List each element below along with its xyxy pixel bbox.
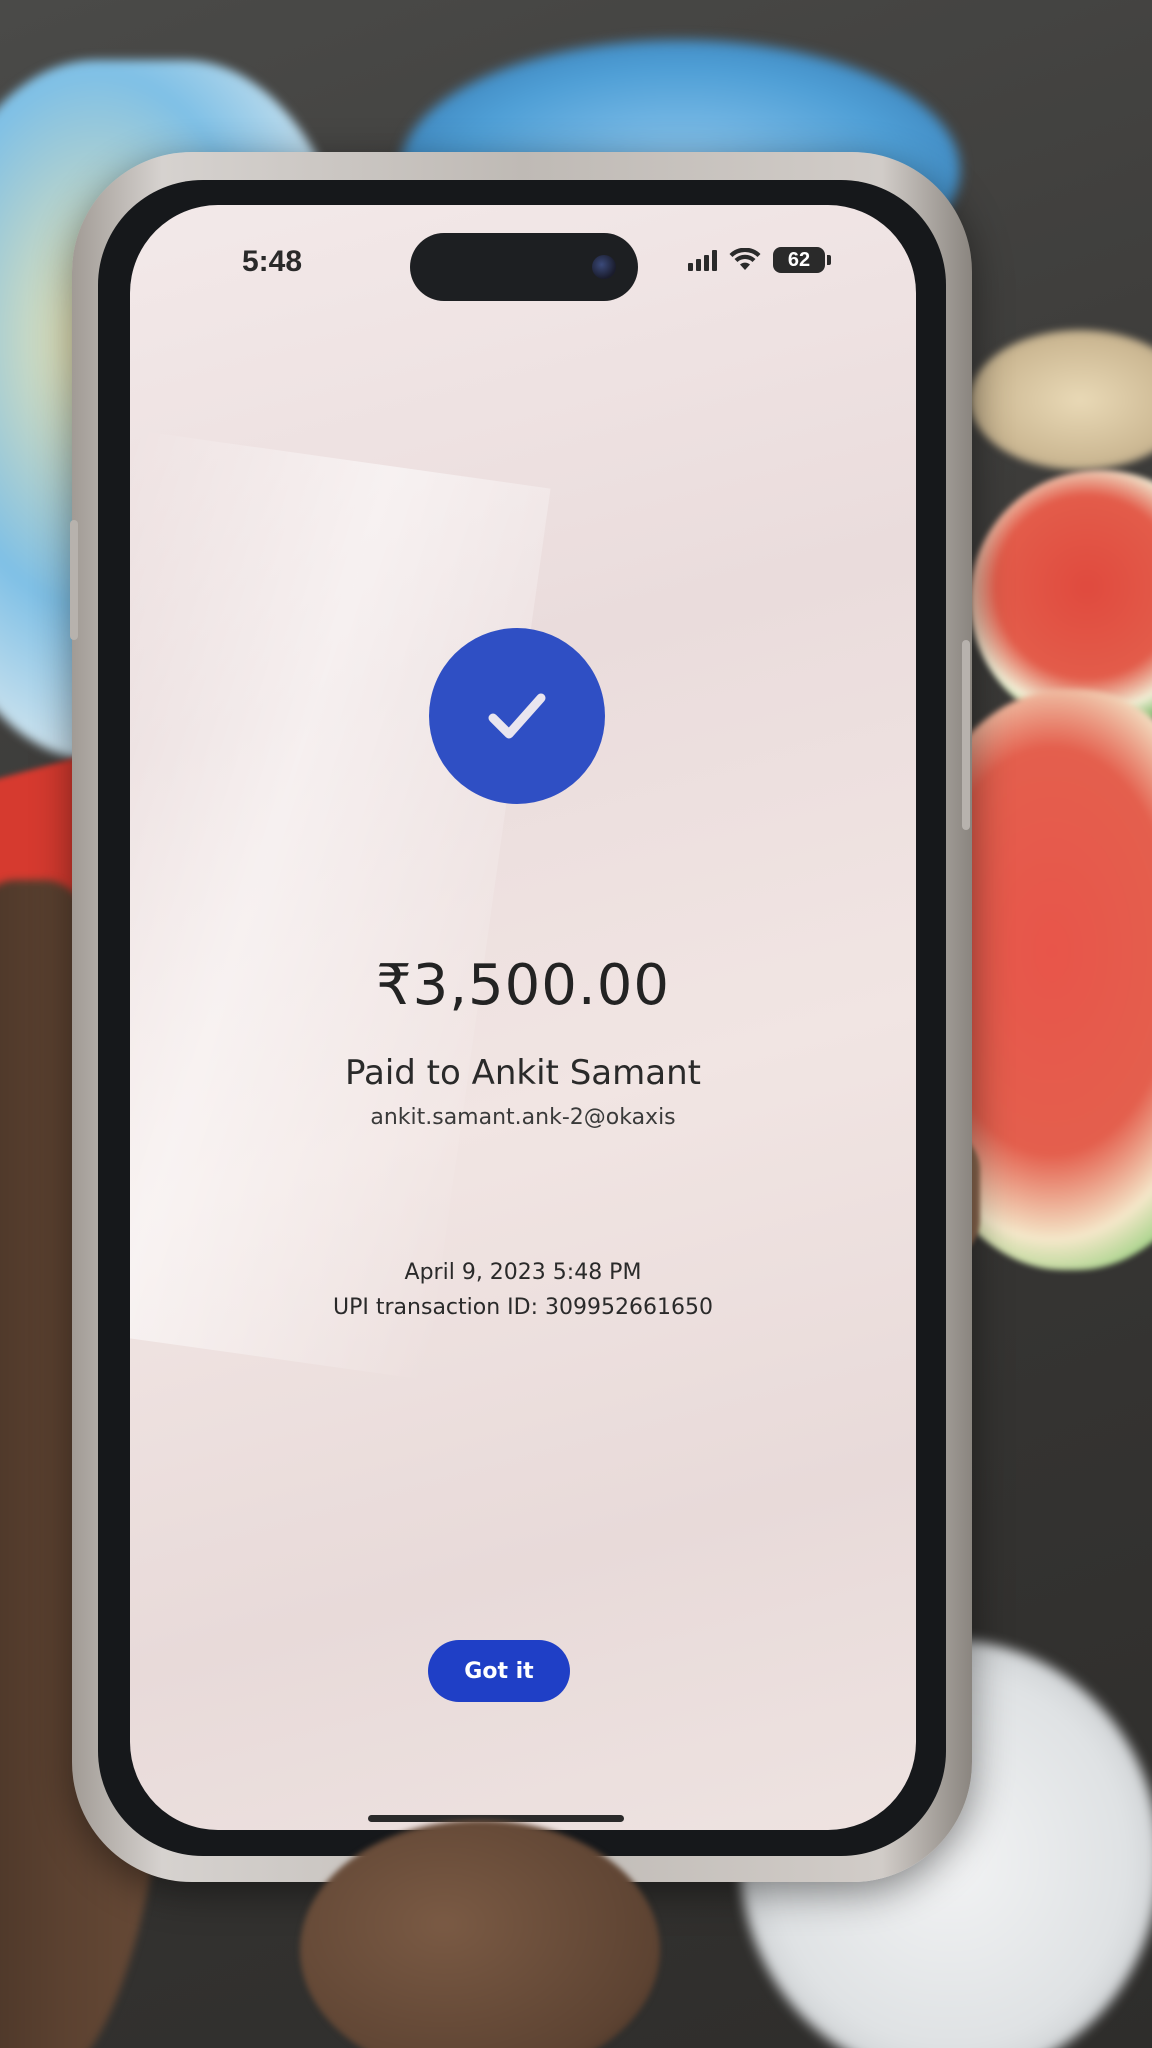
check-icon <box>488 693 546 739</box>
transaction-datetime: April 9, 2023 5:48 PM <box>404 1260 642 1285</box>
dynamic-island <box>410 233 638 301</box>
status-time: 5:48 <box>242 245 303 278</box>
payment-amount: ₹3,500.00 <box>375 953 670 1018</box>
volume-button <box>70 520 78 640</box>
front-camera-icon <box>592 255 616 279</box>
photo-scene: 5:48 62 ₹3,500.00 Paid to Ankit Samant a… <box>0 0 1152 2048</box>
screen-glare <box>130 430 551 1380</box>
transaction-id: UPI transaction ID: 309952661650 <box>333 1295 713 1320</box>
payee-upi-id: ankit.samant.ank-2@okaxis <box>370 1105 676 1130</box>
power-button <box>962 640 970 830</box>
got-it-button[interactable]: Got it <box>428 1640 570 1702</box>
battery-icon: 62 <box>773 247 831 273</box>
phone-screen: 5:48 62 ₹3,500.00 Paid to Ankit Samant a… <box>130 205 916 1830</box>
success-badge <box>429 628 605 804</box>
status-icons: 62 <box>688 247 831 273</box>
signal-icon <box>688 249 717 271</box>
background-food <box>970 330 1152 470</box>
payee-name: Paid to Ankit Samant <box>345 1053 701 1093</box>
wifi-icon <box>729 248 761 270</box>
